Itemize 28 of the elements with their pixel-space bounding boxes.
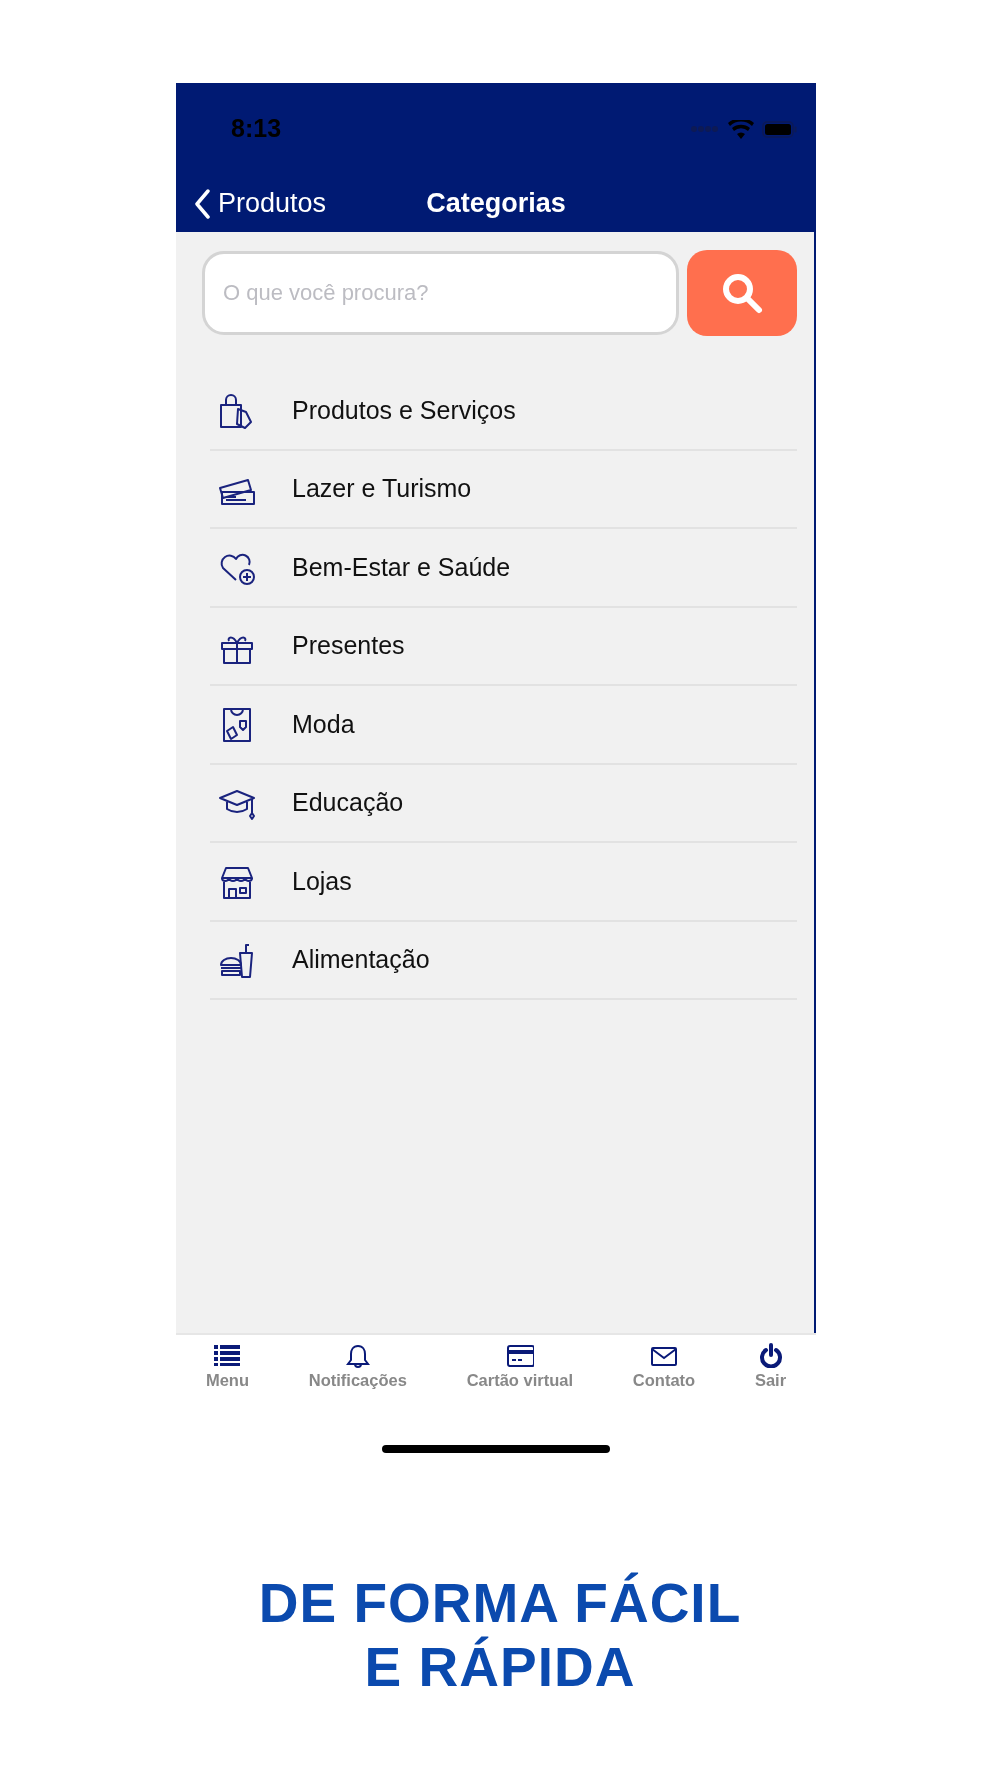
wifi-icon: [728, 119, 754, 139]
status-time: 8:13: [231, 113, 282, 145]
back-chevron-icon: [194, 188, 210, 219]
back-button[interactable]: Produtos: [194, 183, 327, 224]
tab-bar-item[interactable]: Cartão virtual: [436, 1343, 603, 1389]
category-item[interactable]: Produtos e Serviços: [210, 372, 797, 451]
tab-bar-item[interactable]: Menu: [176, 1343, 279, 1389]
tab-bar-item[interactable]: Notificações: [278, 1343, 437, 1389]
category-item[interactable]: Alimentação: [210, 921, 797, 1000]
search-icon: [720, 271, 764, 315]
category-item[interactable]: Lazer e Turismo: [210, 450, 797, 529]
search-button[interactable]: [687, 250, 797, 336]
battery-icon: [762, 120, 798, 138]
category-item[interactable]: Presentes: [210, 607, 797, 686]
bell-icon: [343, 1343, 372, 1368]
category-item[interactable]: Educação: [210, 764, 797, 843]
tab-bar-item[interactable]: Contato: [602, 1343, 726, 1389]
caption-line: DE FORMA FÁCIL: [257, 1571, 743, 1635]
credit-card-icon: [505, 1343, 534, 1368]
screen-title: Categorias: [426, 188, 566, 219]
category-item[interactable]: Moda: [210, 686, 797, 765]
category-item[interactable]: Bem-Estar e Saúde: [210, 529, 797, 608]
search-field[interactable]: O que você procura?: [202, 251, 679, 335]
caption-line: E RÁPIDA: [363, 1635, 637, 1699]
list-icon: [213, 1343, 242, 1368]
tab-bar-item[interactable]: Sair: [725, 1343, 816, 1389]
cellular-signal-icon: [690, 125, 720, 133]
category-item[interactable]: Lojas: [210, 843, 797, 922]
